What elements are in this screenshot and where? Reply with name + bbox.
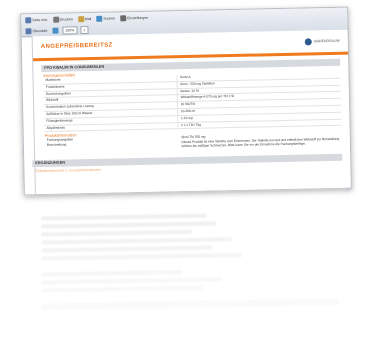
toolbar-button-label: Drucken	[59, 16, 73, 22]
toolbar-button-label: Suchen	[103, 15, 116, 21]
document-header: ANGEPREISBEREITSZ A|ARENDRAUW	[32, 29, 349, 62]
toolbar-button-find[interactable]: Suchen	[95, 14, 116, 22]
mail-icon	[77, 15, 84, 22]
logo-icon	[304, 37, 312, 46]
document-title: ANGEPREISBEREITSZ	[40, 42, 113, 51]
toolbar-button-print[interactable]: Drucken	[52, 15, 74, 23]
toolbar-button-page[interactable]: Seite einr.	[24, 15, 49, 24]
reflection-line	[41, 213, 207, 221]
property-key: Abgabedosis	[44, 122, 179, 133]
toolbar-button-label: Einstellungen	[127, 15, 149, 20]
zoom-icon	[52, 27, 59, 34]
toolbar-button-mail[interactable]: Mail	[77, 14, 93, 22]
print-icon	[52, 16, 59, 23]
settings-icon	[120, 14, 127, 21]
toolbar-button-label: Mail	[84, 16, 92, 21]
toolbar-button-label: Seite einr.	[32, 17, 48, 22]
reflection-line	[41, 245, 212, 253]
properties-table: Marktsorte Sorte A Produktname Sirmi - 550 …	[43, 71, 342, 133]
description-key: Beschreibung	[46, 142, 67, 147]
layout-icon	[25, 27, 32, 34]
reflection-line	[41, 253, 242, 261]
company-logo: A|ARENDRAUW	[304, 37, 340, 46]
toolbar-button-zoom[interactable]	[51, 26, 59, 34]
reflection-line	[41, 237, 232, 245]
toolbar-button-layout[interactable]: Übersicht	[24, 26, 48, 34]
reflection-line	[42, 277, 223, 285]
reflection-bar	[40, 298, 339, 311]
reflection-line	[42, 270, 183, 277]
page-number-field[interactable]: 1	[80, 25, 89, 34]
reflection-page	[20, 185, 350, 341]
reflection-line	[41, 221, 217, 229]
zoom-field[interactable]: 100%	[62, 25, 78, 35]
logo-text: A|ARENDRAUW	[313, 38, 340, 44]
print-preview-window: Seite einr. Drucken Mail Suchen Einstellunge…	[20, 6, 352, 196]
reflection	[20, 185, 350, 341]
reflection-line	[42, 285, 203, 293]
find-icon	[96, 15, 103, 22]
reflection-line	[41, 229, 192, 237]
toolbar-button-settings[interactable]: Einstellungen	[119, 13, 149, 22]
toolbar-button-label: Übersicht	[32, 28, 48, 33]
page-icon	[25, 16, 32, 23]
